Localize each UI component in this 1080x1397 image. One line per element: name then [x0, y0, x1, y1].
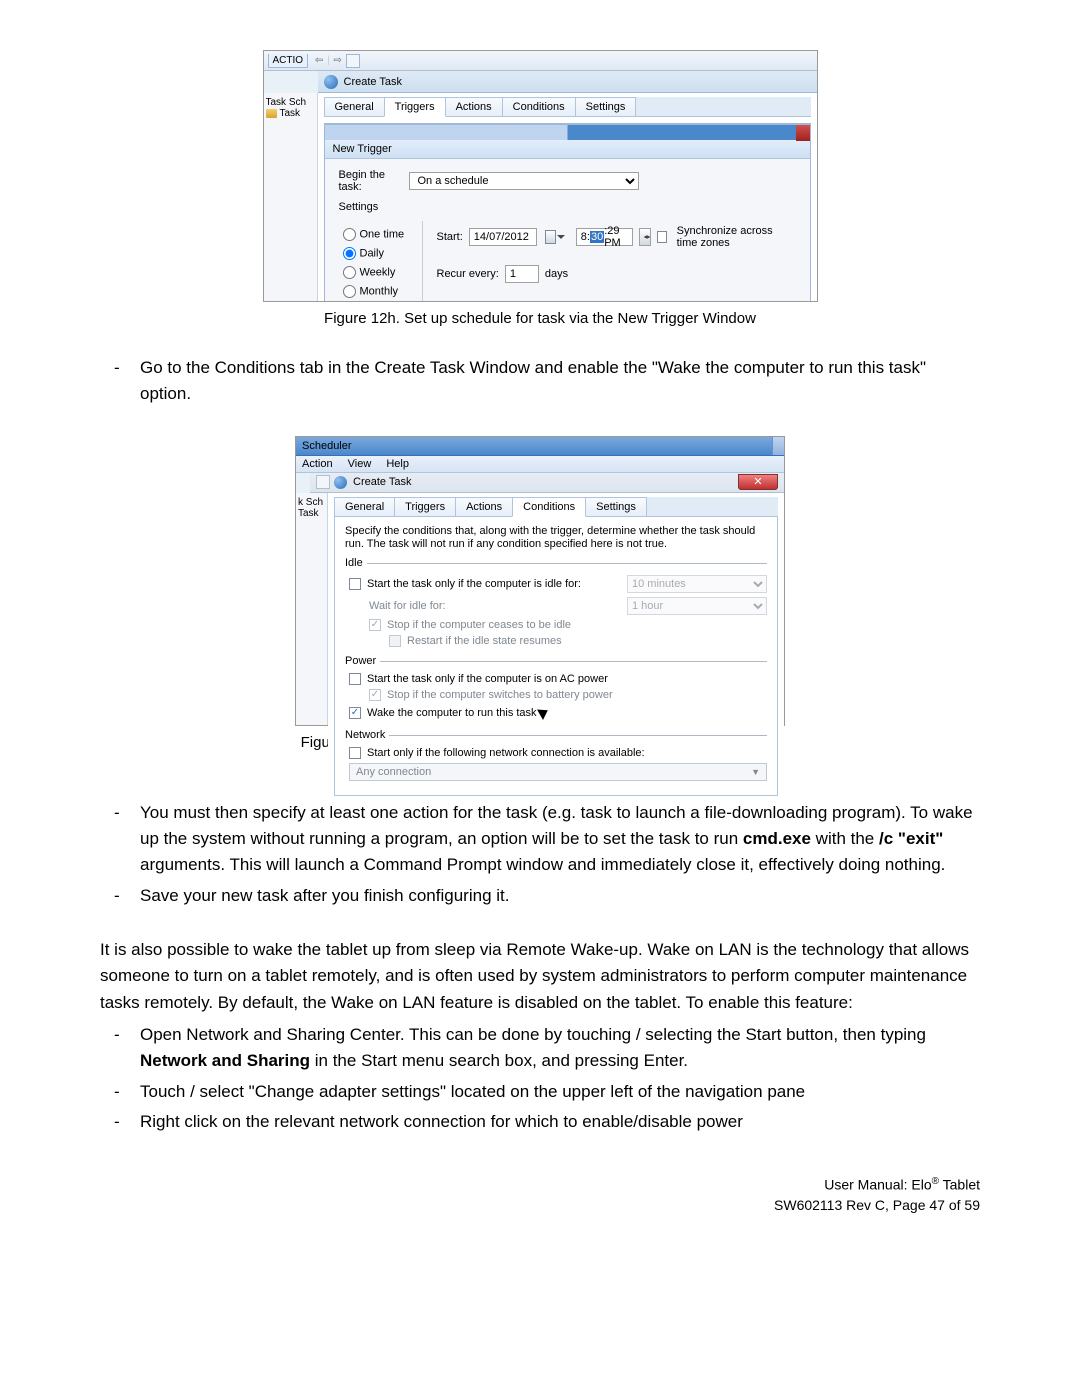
- radio-monthly[interactable]: Monthly: [339, 282, 422, 301]
- left-item-ksch[interactable]: k Sch: [298, 497, 325, 508]
- tab-settings[interactable]: Settings: [575, 97, 637, 116]
- tab-conditions[interactable]: Conditions: [502, 97, 576, 116]
- ss1-left-rail: Task Sch Task: [264, 93, 318, 301]
- menu-action[interactable]: Action: [302, 458, 333, 470]
- bullet-change-adapter: Touch / select "Change adapter settings"…: [100, 1079, 980, 1105]
- idle-legend: Idle: [345, 557, 367, 569]
- tab-actions-2[interactable]: Actions: [455, 497, 513, 516]
- power-ac-label: Start the task only if the computer is o…: [367, 673, 767, 685]
- new-trigger-dialog: New Trigger Begin the task: On a schedul…: [324, 123, 811, 301]
- menu-help[interactable]: Help: [386, 458, 409, 470]
- chevron-down-icon: ▼: [751, 767, 760, 777]
- folder-icon: [266, 109, 277, 118]
- idle-stop-checkbox: [369, 619, 381, 631]
- recur-label: Recur every:: [437, 268, 499, 280]
- create-task-titlebar-2: Create Task ✕: [310, 473, 784, 493]
- days-label: days: [545, 268, 568, 280]
- tab-settings-2[interactable]: Settings: [585, 497, 647, 516]
- tab-triggers-2[interactable]: Triggers: [394, 497, 456, 516]
- time-spinner[interactable]: [639, 228, 651, 246]
- power-ac-checkbox[interactable]: [349, 673, 361, 685]
- bullet-open-network: Open Network and Sharing Center. This ca…: [100, 1022, 980, 1075]
- power-wake-label: Wake the computer to run this task: [367, 705, 767, 721]
- task-icon-2: [334, 476, 347, 489]
- screenshot-new-trigger: ACTIO ⇦ | ⇨ Task Sch Task Create Task Ge…: [263, 50, 818, 302]
- idle-start-checkbox[interactable]: [349, 578, 361, 590]
- bullet-save-task: Save your new task after you finish conf…: [100, 883, 980, 909]
- start-time-input[interactable]: 8:30:29 PM: [576, 228, 633, 246]
- power-batt-label: Stop if the computer switches to battery…: [387, 689, 767, 701]
- network-legend: Network: [345, 729, 389, 741]
- idle-start-label: Start the task only if the computer is i…: [367, 578, 627, 590]
- settings-label: Settings: [339, 201, 409, 213]
- menu-view[interactable]: View: [348, 458, 372, 470]
- begin-task-label: Begin the task:: [339, 169, 409, 193]
- power-legend: Power: [345, 655, 380, 667]
- radio-daily[interactable]: Daily: [339, 244, 422, 263]
- begin-task-select[interactable]: On a schedule: [409, 172, 639, 190]
- idle-restart-checkbox: [389, 635, 401, 647]
- ss1-toolbar: ACTIO ⇦ | ⇨: [264, 51, 817, 71]
- new-trigger-title: New Trigger: [325, 140, 810, 159]
- task-icon: [324, 75, 338, 89]
- tab-actions[interactable]: Actions: [445, 97, 503, 116]
- tab-conditions-2[interactable]: Conditions: [512, 497, 586, 517]
- bullet-specify-action: You must then specify at least one actio…: [100, 800, 980, 879]
- power-batt-checkbox: [369, 689, 381, 701]
- new-trigger-blurred-bar: [325, 124, 810, 140]
- bullet-right-click: Right click on the relevant network conn…: [100, 1109, 980, 1135]
- conditions-desc: Specify the conditions that, along with …: [345, 525, 767, 551]
- create-task-titlebar: Create Task: [318, 71, 817, 93]
- cut-label: ACTIO: [268, 54, 309, 68]
- left-item-task[interactable]: Task: [266, 108, 315, 119]
- start-date-input[interactable]: 14/07/2012: [469, 228, 537, 246]
- start-label: Start:: [437, 231, 463, 243]
- tab-triggers[interactable]: Triggers: [384, 97, 446, 117]
- power-wake-checkbox[interactable]: [349, 707, 361, 719]
- idle-wait-select: 1 hour: [627, 597, 767, 615]
- screenshot-conditions: Scheduler Action View Help k Sch Task Cr…: [295, 436, 785, 726]
- network-select: Any connection▼: [349, 763, 767, 781]
- tab-general-2[interactable]: General: [334, 497, 395, 516]
- ss2-left-rail: k Sch Task: [296, 493, 328, 725]
- network-start-checkbox[interactable]: [349, 747, 361, 759]
- create-task-title-2: Create Task: [353, 476, 412, 488]
- ss2-tabrow: General Triggers Actions Conditions Sett…: [334, 497, 778, 517]
- sync-tz-checkbox[interactable]: [657, 231, 667, 243]
- scrollbar-icon[interactable]: [772, 437, 784, 455]
- menu-row: Action View Help: [296, 456, 784, 473]
- para-wake-on-lan: It is also possible to wake the tablet u…: [100, 937, 980, 1016]
- toolbar-icon-2[interactable]: [316, 475, 330, 489]
- tab-general[interactable]: General: [324, 97, 385, 116]
- page-footer: User Manual: Elo® Tablet SW602113 Rev C,…: [100, 1175, 980, 1215]
- left-item-task2[interactable]: Task: [298, 508, 325, 519]
- calendar-icon[interactable]: [545, 230, 556, 244]
- idle-restart-label: Restart if the idle state resumes: [407, 635, 767, 647]
- idle-wait-label: Wait for idle for:: [369, 600, 627, 612]
- caption-12h: Figure 12h. Set up schedule for task via…: [100, 310, 980, 327]
- close-button[interactable]: ✕: [738, 474, 778, 490]
- bullet-conditions-tab: Go to the Conditions tab in the Create T…: [100, 355, 980, 408]
- back-arrow-icon[interactable]: ⇦: [311, 55, 327, 66]
- scheduler-titlebar: Scheduler: [296, 437, 784, 456]
- ss1-tabrow: General Triggers Actions Conditions Sett…: [324, 97, 811, 117]
- create-task-title: Create Task: [344, 76, 403, 88]
- sync-tz-label: Synchronize across time zones: [677, 225, 796, 249]
- cursor-icon: [539, 705, 551, 721]
- radio-weekly[interactable]: Weekly: [339, 263, 422, 282]
- idle-stop-label: Stop if the computer ceases to be idle: [387, 619, 767, 631]
- recur-input[interactable]: 1: [505, 265, 539, 283]
- radio-one-time[interactable]: One time: [339, 225, 422, 244]
- forward-arrow-icon[interactable]: ⇨: [330, 55, 346, 66]
- close-icon[interactable]: [796, 125, 810, 141]
- toolbar-icon[interactable]: [346, 54, 360, 68]
- recurrence-radios: One time Daily Weekly Monthly: [339, 221, 423, 301]
- idle-for-select: 10 minutes: [627, 575, 767, 593]
- left-item-task-sch[interactable]: Task Sch: [266, 97, 315, 108]
- network-start-label: Start only if the following network conn…: [367, 747, 767, 759]
